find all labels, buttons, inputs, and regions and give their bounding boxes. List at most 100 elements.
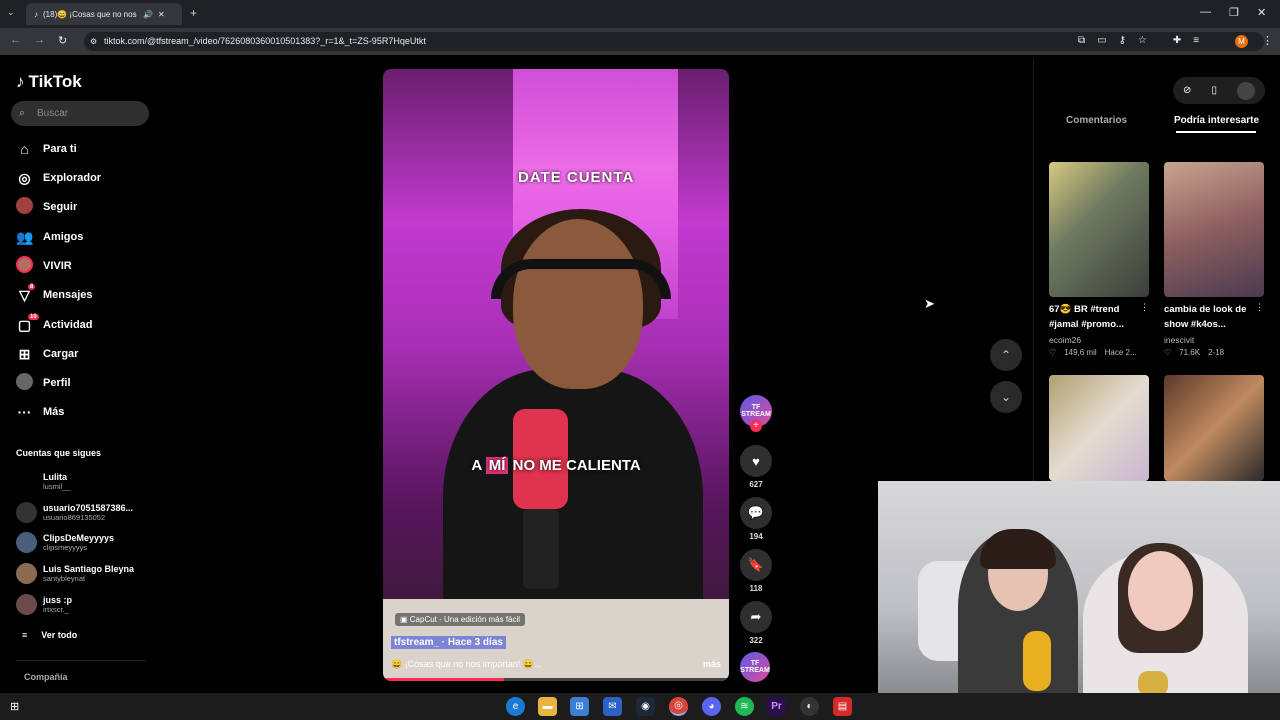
more-options-icon[interactable]: ⋮ — [1255, 302, 1264, 313]
tiktok-logo[interactable]: ♪ TikTok — [16, 72, 82, 92]
nav-para-ti[interactable]: ⌂ Para ti — [16, 139, 76, 159]
following-account[interactable]: Luis Santiago Bleyna santybleynat — [16, 563, 134, 584]
progress-fill — [383, 678, 505, 681]
share-icon: ➦ — [740, 601, 772, 633]
previous-video-button[interactable]: ⌃ — [990, 339, 1022, 371]
translate-icon[interactable]: ⧉ — [1078, 35, 1085, 46]
following-account[interactable]: juss :p irtxscr._ — [16, 594, 72, 615]
neon-sign-text: DATE CUENTA — [518, 169, 635, 186]
recommendation-title[interactable]: cambia de look de show #k4os... — [1164, 302, 1264, 332]
tab-podria-interesarte[interactable]: Podría interesarte — [1174, 115, 1259, 126]
spotify-icon[interactable]: ≋ — [735, 697, 754, 716]
premiere-icon[interactable]: Pr — [767, 697, 786, 716]
phone-icon[interactable]: ▯ — [1211, 85, 1217, 96]
share-button[interactable]: ➦ 322 — [740, 601, 772, 645]
more-icon: ··· — [17, 404, 32, 420]
video-player[interactable]: DATE CUENTA A MÍ NO ME CALIENTA ▣ CapCut… — [383, 69, 729, 681]
discord-icon[interactable]: ◕ — [702, 697, 721, 716]
upload-icon: ⊞ — [18, 345, 31, 362]
more-link[interactable]: más — [703, 659, 721, 670]
browser-tab[interactable]: ♪ (18)😄 ¡Cosas que no nos i 🔊 ✕ — [26, 3, 182, 25]
tab-list-icon[interactable]: ⌄ — [7, 7, 15, 18]
next-video-button[interactable]: ⌄ — [990, 381, 1022, 413]
steam-icon[interactable]: ◉ — [636, 697, 655, 716]
nav-seguir[interactable]: Seguir — [16, 197, 77, 217]
store-icon[interactable]: ⊞ — [570, 697, 589, 716]
close-window-button[interactable]: ✕ — [1257, 6, 1266, 19]
compass-icon[interactable]: ⊘ — [1183, 85, 1191, 96]
speaker-icon[interactable]: 🔊 — [143, 10, 153, 19]
music-disc-button[interactable]: TF STREAM — [740, 652, 772, 682]
compass-icon: ◎ — [18, 169, 31, 186]
extensions-icon[interactable]: ✚ — [1173, 35, 1181, 46]
nav-mas[interactable]: ··· Más — [16, 402, 65, 422]
video-description: 😄 ¡Cosas que no nos importan! 😄... más — [391, 659, 721, 670]
windows-start-icon[interactable]: ⊞ — [10, 700, 19, 713]
follow-plus-button[interactable]: + — [750, 420, 762, 432]
edge-icon[interactable]: e — [506, 697, 525, 716]
close-tab-icon[interactable]: ✕ — [158, 10, 165, 19]
back-icon[interactable]: ← — [10, 34, 21, 46]
obs-icon[interactable]: ◐ — [800, 697, 819, 716]
nav-vivir[interactable]: VIVIR — [16, 256, 72, 276]
see-all-link[interactable]: ≡ Ver todo — [22, 630, 77, 640]
recommendation-thumbnail[interactable] — [1049, 162, 1149, 297]
search-input[interactable]: ⌕ Buscar — [11, 101, 149, 126]
avatar — [16, 532, 37, 553]
heart-outline-icon: ♡ — [1049, 348, 1057, 357]
divider — [16, 660, 146, 661]
file-explorer-icon[interactable]: ▬ — [538, 697, 557, 716]
avatar — [16, 594, 37, 615]
company-link[interactable]: Compañía — [24, 672, 68, 682]
recommendation-thumbnail[interactable] — [1164, 162, 1264, 297]
following-account[interactable]: usuario7051587386... usuario869135052 — [16, 502, 133, 523]
comment-button[interactable]: 💬 194 — [740, 497, 772, 541]
new-tab-button[interactable]: + — [190, 6, 197, 20]
video-author[interactable]: tfstream_ · Hace 3 días — [391, 636, 506, 649]
password-key-icon[interactable]: ⚷ — [1119, 35, 1126, 46]
nav-perfil[interactable]: Perfil — [16, 373, 71, 393]
plush-toy — [1023, 631, 1051, 691]
site-info-icon[interactable]: ⚙ — [90, 32, 97, 51]
recommendation-author[interactable]: ecoim26 — [1049, 335, 1081, 345]
recommendation-meta: ♡ 149,6 mil Hace 2... — [1049, 348, 1137, 357]
active-tab-indicator — [1176, 131, 1256, 133]
following-section-title: Cuentas que sigues — [16, 448, 102, 458]
reading-list-icon[interactable]: ≡ — [1193, 35, 1199, 46]
nav-actividad[interactable]: ▢ 10 Actividad — [16, 313, 93, 335]
more-options-icon[interactable]: ⋮ — [1140, 302, 1149, 313]
messages-badge: 8 — [28, 283, 36, 290]
nav-cargar[interactable]: ⊞ Cargar — [16, 344, 79, 364]
reload-icon[interactable]: ↻ — [58, 34, 67, 47]
nav-amigos[interactable]: 👥 Amigos — [16, 227, 83, 247]
user-avatar-icon[interactable] — [1236, 81, 1255, 100]
save-button[interactable]: 🔖 118 — [740, 549, 772, 593]
recommendation-thumbnail[interactable] — [1049, 375, 1149, 481]
recommendation-author[interactable]: inescivit — [1164, 335, 1194, 345]
browser-menu-icon[interactable]: ⋮ — [1262, 34, 1273, 47]
capcut-tag[interactable]: ▣ CapCut - Una edición más fácil — [395, 613, 526, 626]
nav-mensajes[interactable]: ▽ 8 Mensajes — [16, 283, 93, 305]
activity-badge: 10 — [28, 313, 39, 320]
mail-icon[interactable]: ✉ — [603, 697, 622, 716]
minimize-button[interactable]: — — [1200, 6, 1211, 18]
following-account[interactable]: Lulita lusmil__ — [16, 471, 71, 492]
like-button[interactable]: ♥ 627 — [740, 445, 772, 489]
progress-bar[interactable] — [383, 678, 729, 681]
recommendation-title[interactable]: 67😎 BR #trend #jamal #promo... — [1049, 302, 1149, 332]
chrome-icon[interactable]: ◎ — [669, 697, 688, 716]
recommendation-meta: ♡ 71.6K 2-18 — [1164, 348, 1225, 357]
following-account[interactable]: ClipsDeMeyyyys clipsmeyyyys — [16, 532, 114, 553]
friends-icon: 👥 — [16, 228, 34, 245]
cast-icon[interactable]: ▭ — [1097, 35, 1106, 46]
chevron-down-icon: ⌄ — [1000, 390, 1012, 404]
maximize-button[interactable]: ❐ — [1229, 6, 1239, 19]
app-icon[interactable]: ▤ — [833, 697, 852, 716]
tab-comentarios[interactable]: Comentarios — [1066, 115, 1127, 126]
bookmark-star-icon[interactable]: ☆ — [1138, 35, 1147, 46]
tiktok-favicon-icon: ♪ — [34, 9, 38, 19]
recommendation-thumbnail[interactable] — [1164, 375, 1264, 481]
forward-icon[interactable]: → — [34, 34, 45, 46]
profile-avatar[interactable]: M — [1235, 35, 1248, 48]
nav-explorador[interactable]: ◎ Explorador — [16, 168, 101, 188]
